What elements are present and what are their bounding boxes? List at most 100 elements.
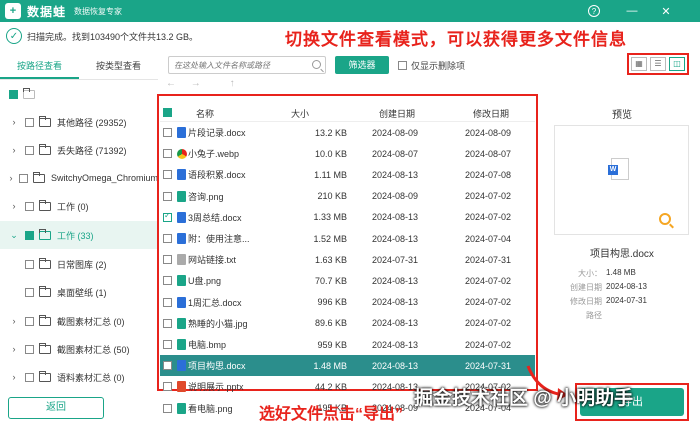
folder-tree: › 其他路径 (29352) › 丢失路径 (71392) › SwitchyO… [0,84,158,388]
docx-file-icon [177,296,186,308]
tree-item[interactable]: 桌面壁纸 (1) [0,278,158,306]
row-checkbox[interactable] [163,191,172,201]
row-checkbox[interactable] [163,318,172,328]
back-button[interactable]: 返回 [8,397,104,419]
tree-item-root[interactable] [0,84,158,108]
show-deleted-only-toggle[interactable]: 仅显示删除项 [398,59,465,72]
table-row[interactable]: 电脑.bmp 959 KB 2024-08-13 2024-07-02 [160,334,535,355]
row-checkbox[interactable] [163,211,172,222]
tree-checkbox[interactable] [25,145,34,155]
row-checkbox[interactable] [163,403,172,413]
nav-up-icon[interactable]: ↑ [230,78,235,89]
header-modified[interactable]: 修改日期 [473,107,509,120]
tree-item[interactable]: › 语料素材汇总 (0) [0,363,158,388]
check-icon: ✓ [6,28,22,44]
tab-by-path[interactable]: 按路径查看 [0,54,79,79]
tree-checkbox[interactable] [25,117,34,127]
row-checkbox[interactable] [163,340,172,349]
chevron-right-icon[interactable]: › [9,372,19,382]
tree-checkbox[interactable] [18,173,28,183]
preview-filename: 项目构思.docx [590,249,654,260]
tree-checkbox[interactable] [25,201,34,211]
table-row[interactable]: 小兔子.webp 10.0 KB 2024-08-07 2024-08-07 [160,143,535,164]
chevron-right-icon[interactable]: › [9,145,19,155]
tab-by-type[interactable]: 按类型查看 [79,54,158,79]
row-checkbox[interactable] [163,255,172,265]
row-checkbox[interactable] [163,149,172,159]
tree-checkbox[interactable] [25,344,34,354]
grid-view-icon[interactable]: ▦ [631,57,647,71]
file-size: 1.48 MB [313,360,347,371]
row-checkbox[interactable] [163,297,172,307]
table-row[interactable]: 1周汇总.docx 996 KB 2024-08-13 2024-07-02 [160,292,535,313]
meta-key: 大小： [578,269,602,278]
chevron-right-icon[interactable]: › [9,344,19,354]
tree-checkbox[interactable] [25,230,34,240]
file-modified: 2024-07-02 [465,212,512,223]
filter-button[interactable]: 筛选器 [335,56,389,74]
search-icon[interactable] [312,60,321,69]
select-all-checkbox[interactable] [163,108,172,117]
table-row[interactable]: 熟睡的小猫.jpg 89.6 KB 2024-08-13 2024-07-02 [160,313,535,334]
annotation-top: 切换文件查看模式，可以获得更多文件信息 [285,30,627,49]
header-name[interactable]: 名称 [196,107,214,120]
tree-item[interactable]: › 工作 (0) [0,192,158,220]
chevron-right-icon[interactable]: › [9,201,19,211]
table-row[interactable]: 语段积累.docx 1.11 MB 2024-08-13 2024-07-08 [160,164,535,185]
row-checkbox[interactable] [163,382,172,392]
table-row[interactable]: 网站链接.txt 1.63 KB 2024-07-31 2024-07-31 [160,249,535,270]
tree-checkbox[interactable] [9,89,18,99]
folder-icon [32,171,45,183]
show-deleted-only-checkbox[interactable] [398,61,407,70]
header-size[interactable]: 大小 [291,107,309,120]
table-row-selected[interactable]: 项目构思.docx 1.48 MB 2024-08-13 2024-07-31 [160,355,535,377]
chevron-right-icon[interactable]: › [9,173,13,183]
tree-item[interactable]: › 截图素材汇总 (0) [0,307,158,335]
file-size: 13.2 KB [314,127,347,138]
chevron-down-icon[interactable]: ⌄ [9,230,19,241]
folder-icon [23,87,35,99]
watermark: 掘金技术社区 @ 小明助手 [414,388,634,409]
tree-checkbox[interactable] [25,316,34,326]
row-checkbox[interactable] [163,361,172,371]
row-checkbox[interactable] [163,170,172,180]
tree-item[interactable]: › 截图素材汇总 (50) [0,335,158,363]
search-box [168,56,326,74]
help-icon[interactable]: ? [588,5,600,17]
table-row[interactable]: U盘.png 70.7 KB 2024-08-13 2024-07-02 [160,270,535,291]
tree-item[interactable]: 日常图库 (2) [0,250,158,278]
chevron-right-icon[interactable]: › [9,117,19,127]
table-row[interactable]: 咨询.png 210 KB 2024-08-09 2024-07-02 [160,186,535,207]
docx-file-icon [177,360,186,372]
row-checkbox[interactable] [163,128,172,137]
nav-forward-icon[interactable]: → [191,78,201,89]
tree-checkbox[interactable] [25,259,34,269]
chevron-right-icon[interactable]: › [9,316,19,326]
file-size: 996 KB [317,297,347,308]
table-row[interactable]: 片段记录.docx 13.2 KB 2024-08-09 2024-08-09 [160,122,535,143]
tree-checkbox[interactable] [25,287,34,297]
row-checkbox[interactable] [163,276,172,286]
file-modified: 2024-07-02 [465,318,512,329]
table-row[interactable]: 附：使用注意... 1.52 MB 2024-08-13 2024-07-04 [160,228,535,249]
tree-item[interactable]: › SwitchyOmega_Chromium [0,164,158,192]
file-created: 2024-08-07 [372,148,419,159]
tree-item-selected[interactable]: ⌄ 工作 (33) [0,221,158,249]
tree-item-label: 其他路径 (29352) [57,117,127,128]
zoom-icon[interactable] [659,213,671,225]
docx-file-icon [177,233,186,244]
view-tabs: 按路径查看 按类型查看 [0,54,158,80]
nav-back-icon[interactable]: ← [166,78,176,89]
tree-item[interactable]: › 其他路径 (29352) [0,108,158,136]
minimize-icon[interactable]: — [624,3,640,19]
header-created[interactable]: 创建日期 [379,107,415,120]
file-modified: 2024-07-08 [465,169,512,180]
tree-checkbox[interactable] [25,372,34,382]
table-row[interactable]: 3周总结.docx 1.33 MB 2024-08-13 2024-07-02 [160,207,535,228]
detail-view-icon[interactable]: ◫ [669,57,685,71]
search-input[interactable] [174,58,304,72]
close-icon[interactable]: ✕ [658,3,674,19]
row-checkbox[interactable] [163,234,172,243]
list-view-icon[interactable]: ☰ [650,57,666,71]
tree-item[interactable]: › 丢失路径 (71392) [0,136,158,164]
